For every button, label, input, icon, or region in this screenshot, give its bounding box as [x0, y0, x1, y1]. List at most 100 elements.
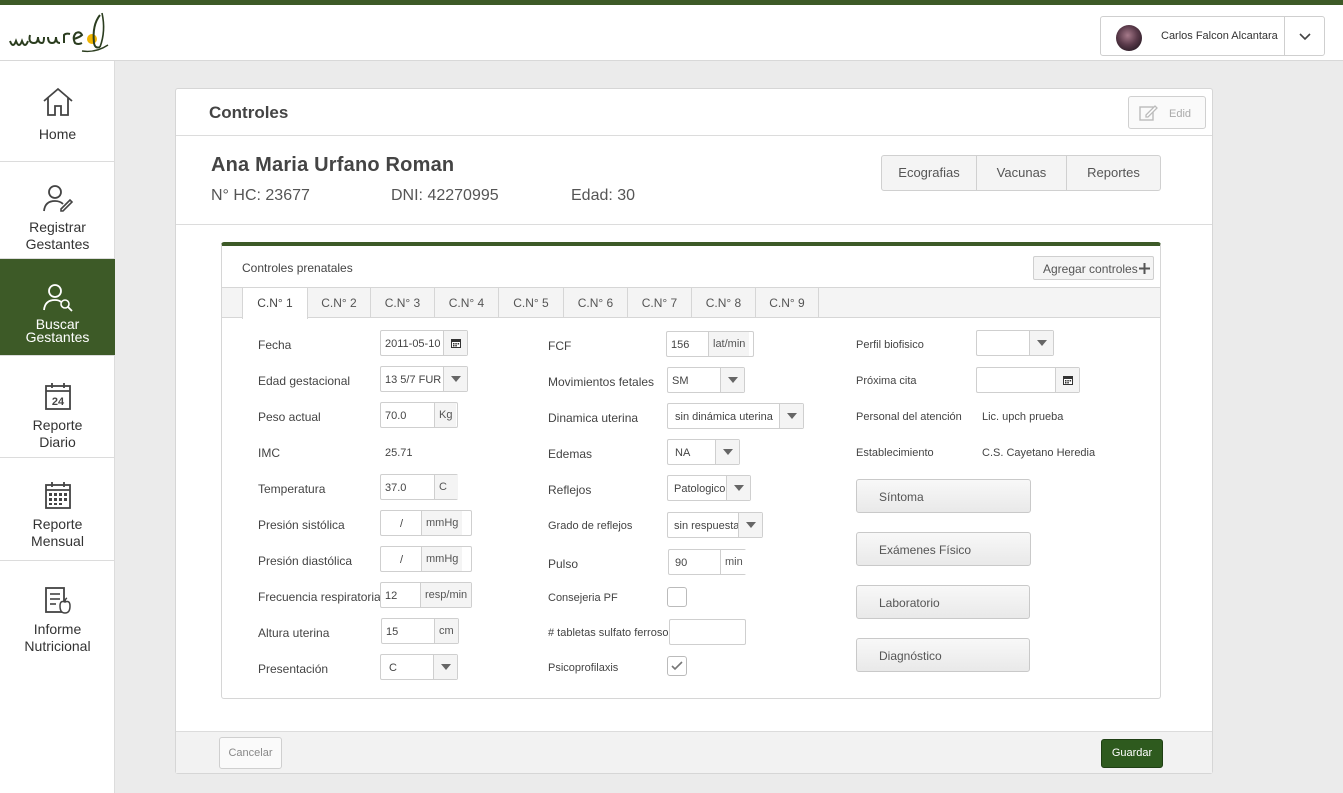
ecografias-button[interactable]: Ecografias [882, 156, 977, 190]
edad-gestacional-select[interactable]: 13 5/7 FUR [380, 366, 468, 392]
dropdown-arrow-icon [720, 368, 744, 392]
tab-cn-4[interactable]: C.N° 4 [435, 288, 499, 318]
proxima-cita-field[interactable] [976, 367, 1080, 393]
frecuencia-respiratoria-field[interactable]: 12 resp/min [380, 582, 472, 608]
perfil-biofisico-label: Perfil biofisico [856, 339, 924, 351]
grado-reflejos-select[interactable]: sin respuesta [667, 512, 763, 538]
sidebar-item-reporte-mensual[interactable]: Reporte Mensual [0, 458, 115, 561]
edemas-value: NA [675, 447, 691, 459]
dropdown-arrow-icon [443, 367, 467, 391]
cancel-button[interactable]: Cancelar [219, 737, 282, 769]
tab-cn-9[interactable]: C.N° 9 [756, 288, 819, 318]
altura-uterina-unit: cm [434, 619, 458, 643]
edad-gestacional-value: 13 5/7 FUR [385, 374, 442, 386]
presion-sistolica-label: Presión sistólica [258, 518, 345, 532]
control-tabs: C.N° 1 C.N° 2 C.N° 3 C.N° 4 C.N° 5 C.N° … [222, 287, 1160, 319]
fcf-value: 156 [671, 339, 690, 351]
nutrition-report-icon [44, 587, 71, 614]
tab-cn-7[interactable]: C.N° 7 [628, 288, 692, 318]
presentacion-label: Presentación [258, 662, 329, 676]
consejeria-pf-checkbox[interactable] [667, 587, 687, 607]
dropdown-arrow-icon [738, 513, 762, 537]
vacunas-button[interactable]: Vacunas [977, 156, 1067, 190]
tab-cn-8[interactable]: C.N° 8 [692, 288, 756, 318]
edad-gestacional-label: Edad gestacional [258, 374, 351, 388]
reflejos-label: Reflejos [548, 483, 592, 497]
dinamica-uterina-select[interactable]: sin dinámica uterina [667, 403, 804, 429]
examenes-fisico-label: Exámenes Físico [879, 543, 972, 557]
tab-cn-3[interactable]: C.N° 3 [371, 288, 435, 318]
frecuencia-respiratoria-value: 12 [385, 590, 398, 602]
presentacion-value: C [389, 662, 397, 674]
pulso-field[interactable]: 90 min [668, 549, 747, 575]
plus-icon [1139, 263, 1150, 274]
grado-reflejos-label: Grado de reflejos [548, 520, 633, 532]
sidebar-item-reporte-diario[interactable]: 24 Reporte Diario [0, 356, 115, 458]
tabletas-sulfato-field[interactable] [669, 619, 746, 645]
altura-uterina-field[interactable]: 15 cm [381, 618, 459, 644]
imc-value: 25.71 [385, 447, 413, 459]
presion-diastolica-value: / [400, 554, 404, 566]
proxima-cita-label: Próxima cita [856, 375, 917, 387]
card-header: Controles Edid [176, 89, 1212, 136]
user-menu-divider [1284, 17, 1285, 55]
tab-cn-2[interactable]: C.N° 2 [308, 288, 371, 318]
perfil-biofisico-select[interactable] [976, 330, 1054, 356]
sidebar-item-informe-nutricional[interactable]: Informe Nutricional [0, 561, 115, 665]
fcf-label: FCF [548, 339, 572, 353]
psicoprofilaxis-label: Psicoprofilaxis [548, 662, 619, 674]
edit-button[interactable]: Edid [1128, 96, 1206, 129]
sintoma-button[interactable]: Síntoma [856, 479, 1031, 513]
edemas-label: Edemas [548, 447, 593, 461]
avatar [1116, 25, 1142, 51]
sidebar-item-home[interactable]: Home [0, 61, 115, 162]
peso-actual-value: 70.0 [385, 410, 407, 422]
save-button[interactable]: Guardar [1101, 739, 1163, 768]
tab-cn-5[interactable]: C.N° 5 [499, 288, 564, 318]
fecha-value: 2011-05-10 [385, 338, 441, 350]
peso-actual-field[interactable]: 70.0 Kg [380, 402, 458, 428]
presion-sistolica-field[interactable]: / mmHg [380, 510, 472, 536]
fecha-field[interactable]: 2011-05-10 [380, 330, 468, 356]
calendar-month-icon [44, 482, 71, 509]
patient-dni: DNI: 42270995 [391, 187, 499, 204]
diagnostico-button[interactable]: Diagnóstico [856, 638, 1030, 672]
fcf-field[interactable]: 156 lat/min [666, 331, 754, 357]
reflejos-value: Patologico [674, 483, 726, 495]
edemas-select[interactable]: NA [667, 439, 740, 465]
wawared-logo[interactable] [8, 11, 113, 57]
consejeria-pf-label: Consejeria PF [548, 592, 618, 604]
add-controls-button[interactable]: Agregar controles [1033, 256, 1154, 280]
sidebar-item-label: Nutricional [24, 638, 91, 654]
diagnostico-label: Diagnóstico [879, 649, 942, 663]
sidebar-item-buscar-gestantes[interactable]: Buscar Gestantes [0, 259, 115, 356]
dropdown-arrow-icon [433, 655, 457, 679]
psicoprofilaxis-checkbox[interactable] [667, 656, 687, 676]
movimientos-fetales-select[interactable]: SM [667, 367, 745, 393]
fecha-label: Fecha [258, 338, 292, 352]
presion-sistolica-value: / [400, 518, 404, 530]
reflejos-select[interactable]: Patologico [667, 475, 751, 501]
imc-label: IMC [258, 446, 280, 460]
sidebar-item-label: Diario [39, 434, 76, 450]
tab-cn-6[interactable]: C.N° 6 [564, 288, 628, 318]
sidebar-item-registrar-gestantes[interactable]: Registrar Gestantes [0, 162, 115, 259]
temperatura-field[interactable]: 37.0 C [380, 474, 458, 500]
calendar-icon[interactable] [1055, 368, 1079, 392]
presentacion-select[interactable]: C [380, 654, 458, 680]
examenes-fisico-button[interactable]: Exámenes Físico [856, 532, 1031, 566]
calendar-day-number: 24 [51, 396, 64, 408]
laboratorio-label: Laboratorio [879, 596, 940, 610]
tabletas-sulfato-label: # tabletas sulfato ferroso [548, 627, 669, 639]
frecuencia-respiratoria-unit: resp/min [420, 583, 472, 607]
reportes-button[interactable]: Reportes [1067, 156, 1160, 190]
laboratorio-button[interactable]: Laboratorio [856, 585, 1030, 619]
chevron-down-icon[interactable] [1297, 28, 1313, 44]
calendar-icon[interactable] [443, 331, 467, 355]
presion-diastolica-field[interactable]: / mmHg [380, 546, 472, 572]
sidebar-item-label: Registrar [29, 219, 86, 235]
tab-cn-1[interactable]: C.N° 1 [242, 288, 308, 319]
user-menu[interactable]: Carlos Falcon Alcantara [1100, 16, 1325, 56]
add-controls-label: Agregar controles [1043, 262, 1138, 276]
altura-uterina-value: 15 [386, 626, 399, 638]
